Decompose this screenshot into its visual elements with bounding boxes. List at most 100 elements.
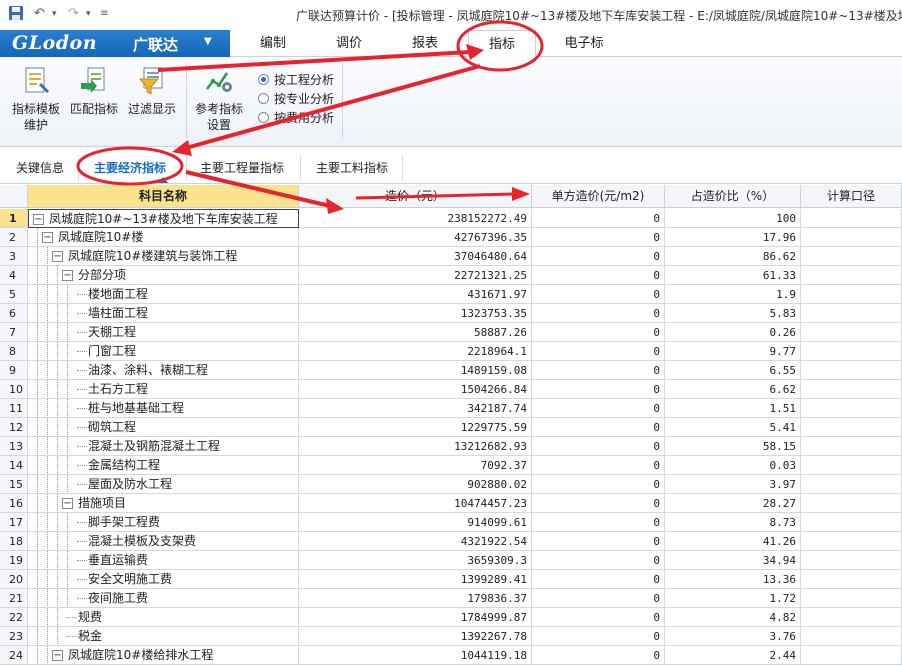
table-row[interactable]: 23 税金 1392267.78 0 3.76 — [0, 627, 902, 646]
subject-name-cell[interactable]: 税金 — [28, 627, 299, 646]
row-number[interactable]: 8 — [0, 342, 28, 361]
row-number[interactable]: 1 — [0, 209, 28, 228]
cost-cell[interactable]: 1044119.18 — [299, 646, 532, 665]
unit-cost-cell[interactable]: 0 — [532, 418, 665, 437]
collapse-icon[interactable]: − — [33, 214, 44, 225]
undo-icon[interactable]: ↶ — [34, 5, 45, 23]
radio-by-specialty[interactable]: 按专业分析 — [258, 90, 334, 108]
ratio-cell[interactable]: 34.94 — [665, 551, 801, 570]
tab-report[interactable]: 报表 — [392, 30, 458, 57]
ratio-cell[interactable]: 28.27 — [665, 494, 801, 513]
collapse-icon[interactable]: − — [52, 650, 63, 661]
cost-cell[interactable]: 42767396.35 — [299, 228, 532, 247]
cost-cell[interactable]: 13212682.93 — [299, 437, 532, 456]
unit-cost-cell[interactable]: 0 — [532, 513, 665, 532]
unit-cost-cell[interactable]: 0 — [532, 266, 665, 285]
unit-cost-cell[interactable]: 0 — [532, 342, 665, 361]
row-number[interactable]: 24 — [0, 646, 28, 665]
row-number[interactable]: 9 — [0, 361, 28, 380]
table-row[interactable]: 13 混凝土及钢筋混凝土工程 13212682.93 0 58.15 — [0, 437, 902, 456]
ratio-cell[interactable]: 86.62 — [665, 247, 801, 266]
subtab-key-info[interactable]: 关键信息 — [16, 158, 64, 178]
cost-cell[interactable]: 1784999.87 — [299, 608, 532, 627]
ratio-cell[interactable]: 58.15 — [665, 437, 801, 456]
row-number[interactable]: 4 — [0, 266, 28, 285]
table-row[interactable]: 9 油漆、涂料、裱糊工程 1489159.08 0 6.55 — [0, 361, 902, 380]
tab-edit[interactable]: 编制 — [240, 30, 306, 57]
basis-cell[interactable] — [801, 456, 902, 475]
ratio-cell[interactable]: 2.44 — [665, 646, 801, 665]
unit-cost-cell[interactable]: 0 — [532, 437, 665, 456]
redo-icon[interactable]: ↷ — [68, 5, 79, 23]
table-row[interactable]: 5 楼地面工程 431671.97 0 1.9 — [0, 285, 902, 304]
row-number[interactable]: 14 — [0, 456, 28, 475]
row-number[interactable]: 7 — [0, 323, 28, 342]
basis-cell[interactable] — [801, 380, 902, 399]
row-number[interactable]: 16 — [0, 494, 28, 513]
table-row[interactable]: 22 规费 1784999.87 0 4.82 — [0, 608, 902, 627]
ratio-cell[interactable]: 1.9 — [665, 285, 801, 304]
basis-cell[interactable] — [801, 589, 902, 608]
table-row[interactable]: 10 土石方工程 1504266.84 0 6.62 — [0, 380, 902, 399]
unit-cost-cell[interactable]: 0 — [532, 589, 665, 608]
table-row[interactable]: 1− 凤城庭院10#~13#楼及地下车库安装工程 238152272.49 0 100 — [0, 209, 902, 228]
subject-name-cell[interactable]: − 措施项目 — [28, 494, 299, 513]
basis-cell[interactable] — [801, 228, 902, 247]
subject-name-cell[interactable]: − 凤城庭院10#楼给排水工程 — [28, 646, 299, 665]
subject-name-cell[interactable]: − 分部分项 — [28, 266, 299, 285]
ratio-cell[interactable]: 6.62 — [665, 380, 801, 399]
unit-cost-cell[interactable]: 0 — [532, 285, 665, 304]
collapse-icon[interactable]: − — [52, 251, 63, 262]
basis-cell[interactable] — [801, 361, 902, 380]
row-number[interactable]: 5 — [0, 285, 28, 304]
ratio-cell[interactable]: 0.03 — [665, 456, 801, 475]
unit-cost-cell[interactable]: 0 — [532, 380, 665, 399]
cost-cell[interactable]: 7092.37 — [299, 456, 532, 475]
unit-cost-cell[interactable]: 0 — [532, 456, 665, 475]
table-row[interactable]: 8 门窗工程 2218964.1 0 9.77 — [0, 342, 902, 361]
ratio-cell[interactable]: 3.76 — [665, 627, 801, 646]
table-row[interactable]: 3− 凤城庭院10#楼建筑与装饰工程 37046480.64 0 86.62 — [0, 247, 902, 266]
cost-cell[interactable]: 179836.37 — [299, 589, 532, 608]
collapse-icon[interactable]: − — [62, 498, 73, 509]
table-row[interactable]: 18 混凝土模板及支架费 4321922.54 0 41.26 — [0, 532, 902, 551]
cost-cell[interactable]: 431671.97 — [299, 285, 532, 304]
unit-cost-cell[interactable]: 0 — [532, 209, 665, 228]
subtab-main-quantity[interactable]: 主要工程量指标 — [200, 158, 284, 178]
customize-toolbar-icon[interactable]: ≡ — [100, 5, 108, 23]
ratio-cell[interactable]: 41.26 — [665, 532, 801, 551]
save-icon[interactable] — [8, 5, 24, 23]
cost-cell[interactable]: 342187.74 — [299, 399, 532, 418]
basis-cell[interactable] — [801, 323, 902, 342]
row-number[interactable]: 6 — [0, 304, 28, 323]
table-row[interactable]: 6 墙柱面工程 1323753.35 0 5.83 — [0, 304, 902, 323]
ratio-cell[interactable]: 1.51 — [665, 399, 801, 418]
row-number[interactable]: 20 — [0, 570, 28, 589]
unit-cost-cell[interactable]: 0 — [532, 608, 665, 627]
table-row[interactable]: 11 桩与地基基础工程 342187.74 0 1.51 — [0, 399, 902, 418]
row-number[interactable]: 18 — [0, 532, 28, 551]
ratio-cell[interactable]: 6.55 — [665, 361, 801, 380]
subject-name-cell[interactable]: 夜间施工费 — [28, 589, 299, 608]
col-header-cost[interactable]: 造价（元） — [299, 185, 532, 208]
ratio-cell[interactable]: 5.41 — [665, 418, 801, 437]
cost-cell[interactable]: 10474457.23 — [299, 494, 532, 513]
subject-name-cell[interactable]: 墙柱面工程 — [28, 304, 299, 323]
row-number[interactable]: 2 — [0, 228, 28, 247]
subject-name-cell[interactable]: 屋面及防水工程 — [28, 475, 299, 494]
cost-cell[interactable]: 1392267.78 — [299, 627, 532, 646]
subject-name-cell[interactable]: 油漆、涂料、裱糊工程 — [28, 361, 299, 380]
subject-name-cell[interactable]: 桩与地基基础工程 — [28, 399, 299, 418]
ratio-cell[interactable]: 8.73 — [665, 513, 801, 532]
reference-indicator-button[interactable]: 参考指标 设置 — [190, 65, 248, 133]
table-row[interactable]: 14 金属结构工程 7092.37 0 0.03 — [0, 456, 902, 475]
basis-cell[interactable] — [801, 418, 902, 437]
ratio-cell[interactable]: 13.36 — [665, 570, 801, 589]
unit-cost-cell[interactable]: 0 — [532, 551, 665, 570]
radio-by-project[interactable]: 按工程分析 — [258, 71, 334, 89]
basis-cell[interactable] — [801, 551, 902, 570]
basis-cell[interactable] — [801, 266, 902, 285]
ratio-cell[interactable]: 4.82 — [665, 608, 801, 627]
subject-name-cell[interactable]: − 凤城庭院10#~13#楼及地下车库安装工程 — [28, 209, 299, 228]
row-number[interactable]: 17 — [0, 513, 28, 532]
